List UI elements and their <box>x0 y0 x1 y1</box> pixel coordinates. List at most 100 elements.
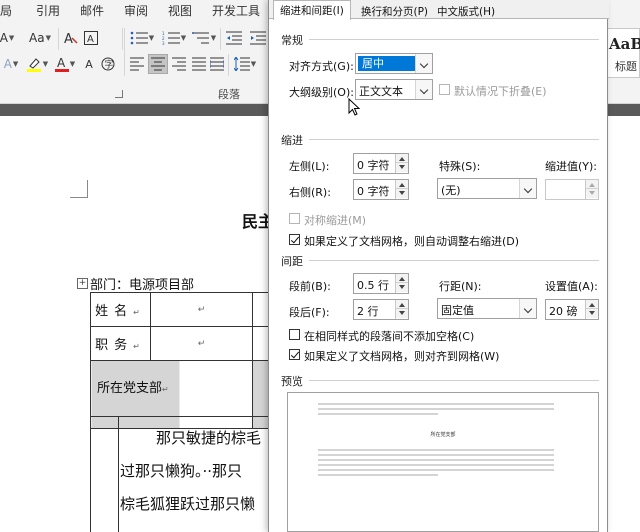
name-value-cell[interactable]: ↵ <box>150 292 253 327</box>
multilevel-list-icon[interactable]: ▼ <box>190 28 218 48</box>
chevron-down-icon[interactable] <box>415 54 432 73</box>
preview-line <box>318 403 554 405</box>
menu-view[interactable]: 视图 <box>168 2 192 19</box>
arrow-down-icon[interactable] <box>586 189 598 198</box>
arrow-down-icon[interactable] <box>396 189 408 198</box>
special-value: (无) <box>441 184 461 197</box>
table-move-handle-icon[interactable]: + <box>77 278 88 289</box>
preview-section-title: 预览 <box>281 375 303 388</box>
auto-adjust-checkbox[interactable] <box>289 234 300 245</box>
spacing-at-value: 20 磅 <box>549 305 578 318</box>
menu-layout[interactable]: 局 <box>0 2 12 19</box>
style-sample-text: AaBl <box>609 35 640 53</box>
right-indent-value: 0 字符 <box>357 185 390 198</box>
increase-indent-icon[interactable] <box>248 28 268 48</box>
chevron-down-icon[interactable] <box>519 179 536 198</box>
table-row: 职务↵ ↵ <box>90 326 283 361</box>
arrow-up-icon[interactable] <box>396 180 408 189</box>
font-size-shrink-button[interactable]: A ▼ <box>0 28 14 48</box>
indent-by-spinner[interactable] <box>545 179 599 200</box>
menu-references[interactable]: 引用 <box>36 2 60 19</box>
snap-grid-label: 如果定义了文档网格，则对齐到网格(W) <box>304 350 500 363</box>
bullets-icon[interactable]: ▼ <box>128 28 156 48</box>
menu-review[interactable]: 审阅 <box>124 2 148 19</box>
char-shading-icon[interactable]: A <box>82 54 96 74</box>
space-after-label: 段后(F): <box>289 306 330 319</box>
mirror-indent-checkbox[interactable] <box>289 213 300 224</box>
preview-line <box>318 454 554 456</box>
svg-text:3: 3 <box>162 41 165 45</box>
decrease-indent-icon[interactable] <box>224 28 244 48</box>
spinner-buttons <box>395 154 408 173</box>
justify-icon[interactable] <box>190 54 208 74</box>
collapsed-checkbox[interactable] <box>439 84 450 95</box>
align-left-icon[interactable] <box>128 54 146 74</box>
font-color-icon[interactable]: A ▼ <box>52 54 78 74</box>
left-indent-value: 0 字符 <box>357 159 390 172</box>
arrow-up-icon[interactable] <box>396 300 408 309</box>
preview-line <box>318 413 438 415</box>
arrow-up-icon[interactable] <box>586 180 598 189</box>
highlight-color-icon[interactable]: ▼ <box>24 54 50 74</box>
alignment-select[interactable]: 居中 <box>355 53 433 74</box>
chevron-down-icon[interactable] <box>415 80 432 99</box>
arrow-up-icon[interactable] <box>586 300 598 309</box>
spinner-buttons <box>585 180 598 199</box>
right-indent-spinner[interactable]: 0 字符 <box>353 179 409 200</box>
styles-gallery-item[interactable]: AaBl 标题 <box>604 28 640 78</box>
svg-text:A: A <box>87 34 94 45</box>
tab-line-page-breaks[interactable]: 换行和分页(P) <box>355 2 434 19</box>
position-label-cell[interactable]: 职务↵ <box>90 326 151 361</box>
spacing-at-spinner[interactable]: 20 磅 <box>545 299 599 320</box>
space-before-spinner[interactable]: 0.5 行 <box>353 273 409 294</box>
menu-mailings[interactable]: 邮件 <box>80 2 104 19</box>
align-right-icon[interactable] <box>170 54 188 74</box>
space-after-spinner[interactable]: 2 行 <box>353 299 409 320</box>
spinner-buttons <box>395 180 408 199</box>
toolbar-row-1: A ▼ Aa ▼ A A ▼ 1 2 3 ▼ ▼ <box>0 28 280 50</box>
snap-grid-checkbox[interactable] <box>289 349 300 360</box>
arrow-down-icon[interactable] <box>396 309 408 318</box>
position-label: 职务 <box>95 338 134 353</box>
line-spacing-icon[interactable]: ▼ <box>232 54 258 74</box>
change-case-button[interactable]: Aa ▼ <box>24 28 56 48</box>
margin-corner-mark <box>70 180 88 198</box>
line-spacing-value: 固定值 <box>441 304 474 317</box>
branch-label-cell[interactable]: 所在党支部↵ <box>90 360 253 429</box>
divider <box>309 380 599 381</box>
chevron-down-icon[interactable] <box>519 299 536 318</box>
left-indent-spinner[interactable]: 0 字符 <box>353 153 409 174</box>
arrow-up-icon[interactable] <box>396 274 408 283</box>
outline-level-select[interactable]: 正文文本 <box>355 79 433 100</box>
enclose-char-icon[interactable]: 字 <box>100 54 116 74</box>
para-mark: ↵ <box>197 304 206 315</box>
tab-indents-spacing[interactable]: 缩进和间距(I) <box>273 0 351 20</box>
arrow-down-icon[interactable] <box>396 163 408 172</box>
name-label-cell[interactable]: 姓名↵ <box>90 292 151 327</box>
numbering-icon[interactable]: 1 2 3 ▼ <box>160 28 188 48</box>
align-center-icon[interactable] <box>148 54 168 74</box>
font-dialog-launcher-icon[interactable] <box>115 90 123 98</box>
body-line: 过那只懒狗。··那只 <box>120 462 243 480</box>
character-border-icon[interactable]: A <box>82 28 100 48</box>
spacing-section-title: 间距 <box>281 255 303 268</box>
preview-pane: 所在党支部 <box>287 392 599 532</box>
indent-by-label: 缩进值(Y): <box>545 160 598 173</box>
position-value-cell[interactable]: ↵ <box>150 326 253 361</box>
text-effects-icon[interactable]: A ▼ <box>0 54 22 74</box>
right-indent-label: 右侧(R): <box>289 186 331 199</box>
department-line: 部门：电源项目部 <box>90 278 195 293</box>
arrow-down-icon[interactable] <box>586 309 598 318</box>
arrow-down-icon[interactable] <box>396 283 408 292</box>
clear-format-icon[interactable]: A <box>62 28 80 48</box>
line-spacing-select[interactable]: 固定值 <box>437 298 537 319</box>
tab-asian-typography[interactable]: 中文版式(H) <box>431 2 501 19</box>
divider <box>58 28 59 50</box>
paragraph-dialog: 缩进和间距(I) 换行和分页(P) 中文版式(H) 常规 对齐方式(G): 居中… <box>268 0 609 532</box>
para-mark: ↵ <box>133 342 146 351</box>
menu-developer[interactable]: 开发工具 <box>212 2 260 19</box>
no-space-checkbox[interactable] <box>289 329 300 340</box>
distributed-icon[interactable] <box>208 54 226 74</box>
arrow-up-icon[interactable] <box>396 154 408 163</box>
special-select[interactable]: (无) <box>437 178 537 199</box>
